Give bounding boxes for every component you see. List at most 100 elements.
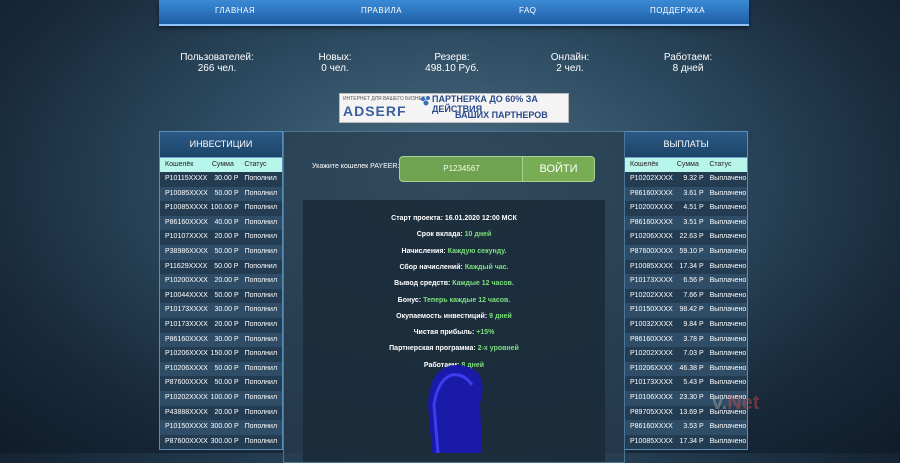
- stat-online: Онлайн: 2 чел.: [510, 52, 630, 74]
- investments-header: Кошелёк Сумма Статус: [160, 158, 282, 172]
- table-row: P10206XXXX 50.00 P Пополнил: [160, 361, 282, 377]
- banner-small-text: ИНТЕРНЕТ ДЛЯ ВАШЕГО БИЗНЕСА: [343, 96, 429, 102]
- stat-label: Работаем:: [663, 52, 713, 63]
- table-row: P10206XXXX 22.63 P Выплачено: [625, 230, 747, 245]
- info-value: 2-х уровней: [477, 345, 519, 353]
- table-row: P86160XXXX 3.53 P Выплачено: [625, 420, 747, 435]
- amount-cell: 22.63 P: [679, 233, 704, 241]
- info-value: Каждые 12 часов.: [452, 280, 514, 288]
- table-row: P10107XXXX 20.00 P Пополнил: [160, 230, 282, 245]
- table-row: P86160XXXX 30.00 P Пополнил: [160, 332, 282, 348]
- status-cell: Выплачено: [709, 189, 747, 197]
- col-amount: Сумма: [676, 161, 699, 168]
- amount-cell: 3.61 P: [683, 189, 704, 197]
- ad-banner[interactable]: ИНТЕРНЕТ ДЛЯ ВАШЕГО БИЗНЕСА ADSERF ПАРТН…: [339, 93, 569, 123]
- wallet-cell: P10173XXXX: [630, 379, 673, 387]
- amount-cell: 23.30 P: [679, 393, 704, 401]
- table-row: P10173XXXX 20.00 P Пополнил: [160, 317, 282, 333]
- info-line: Партнерская программа: 2-х уровней: [303, 345, 605, 352]
- amount-cell: 4.51 P: [683, 204, 704, 212]
- amount-cell: 300.00 P: [210, 437, 239, 445]
- table-row: P86160XXXX 40.00 P Пополнил: [160, 215, 282, 231]
- table-row: P10173XXXX 6.56 P Выплачено: [625, 274, 747, 289]
- amount-cell: 20.00 P: [214, 277, 239, 285]
- info-label: Сбор начислений:: [399, 263, 463, 271]
- status-cell: Пополнил: [244, 408, 278, 416]
- wallet-cell: P10173XXXX: [165, 320, 208, 328]
- nav-item-rules[interactable]: ПРАВИЛА: [361, 6, 402, 15]
- wallet-cell: P87600XXXX: [165, 379, 208, 387]
- wallet-cell: P10115XXXX: [165, 175, 208, 182]
- status-cell: Пополнил: [244, 393, 278, 401]
- banner-brand: ADSERF: [343, 103, 407, 119]
- amount-cell: 9.84 P: [683, 320, 704, 328]
- stat-label: Онлайн:: [550, 52, 590, 63]
- status-cell: Пополнил: [244, 437, 278, 445]
- table-row: P10202XXXX 9.32 P Выплачено: [625, 172, 747, 187]
- wallet-cell: P10202XXXX: [630, 291, 673, 299]
- login-button[interactable]: ВОЙТИ: [522, 156, 595, 182]
- status-cell: Пополнил: [244, 364, 278, 372]
- nav-item-home[interactable]: ГЛАВНАЯ: [215, 6, 255, 15]
- amount-cell: 50.00 P: [214, 364, 239, 372]
- info-line: Чистая прибыль: +15%: [303, 329, 605, 336]
- amount-cell: 7.66 P: [683, 291, 704, 299]
- table-row: P10200XXXX 4.51 P Выплачено: [625, 201, 747, 216]
- status-cell: Выплачено: [709, 423, 747, 431]
- payouts-header: Кошелёк Сумма Статус: [625, 158, 747, 172]
- table-row: P10206XXXX 46.38 P Выплачено: [625, 361, 747, 377]
- status-cell: Пополнил: [244, 204, 278, 212]
- status-cell: Выплачено: [709, 262, 747, 270]
- stat-value: 8 дней: [672, 63, 704, 74]
- wallet-cell: P10206XXXX: [165, 364, 208, 372]
- wallet-cell: P87600XXXX: [630, 247, 673, 255]
- info-value: Каждую секунду.: [447, 247, 507, 255]
- status-cell: Выплачено: [709, 437, 747, 445]
- info-line: Старт проекта: 16.01.2020 12:00 МСК: [303, 215, 605, 222]
- stat-label: Новых:: [318, 52, 352, 63]
- amount-cell: 20.00 P: [214, 408, 239, 416]
- wallet-cell: P38986XXXX: [165, 247, 208, 255]
- table-row: P10115XXXX 30.00 P Пополнил: [160, 172, 282, 187]
- table-row: P11629XXXX 50.00 P Пополнил: [160, 259, 282, 275]
- watermark: v.Net: [712, 392, 760, 414]
- info-label: Срок вклада:: [416, 231, 463, 239]
- amount-cell: 100.00 P: [210, 204, 239, 212]
- table-row: P10044XXXX 50.00 P Пополнил: [160, 288, 282, 304]
- top-nav: ГЛАВНАЯ ПРАВИЛА FAQ ПОДДЕРЖКА: [159, 0, 749, 26]
- status-cell: Пополнил: [244, 233, 278, 241]
- amount-cell: 13.69 P: [679, 408, 704, 416]
- info-label: Чистая прибыль:: [413, 329, 475, 337]
- info-value: 9 дней: [489, 312, 512, 320]
- wallet-label: Укажите кошелек PAYEER:: [312, 163, 400, 170]
- status-cell: Выплачено: [709, 175, 747, 182]
- amount-cell: 50.00 P: [214, 379, 239, 387]
- table-row: P87600XXXX 50.00 P Пополнил: [160, 376, 282, 391]
- status-cell: Пополнил: [244, 189, 278, 197]
- wallet-cell: P10202XXXX: [630, 175, 673, 182]
- info-label: Начисления:: [401, 247, 446, 255]
- status-cell: Выплачено: [709, 379, 747, 387]
- status-cell: Выплачено: [709, 233, 747, 241]
- table-row: P10202XXXX 7.66 P Выплачено: [625, 288, 747, 304]
- status-cell: Пополнил: [244, 262, 277, 270]
- amount-cell: 7.03 P: [683, 350, 704, 358]
- status-cell: Выплачено: [709, 291, 747, 299]
- nav-item-support[interactable]: ПОДДЕРЖКА: [650, 6, 705, 15]
- wallet-cell: P10044XXXX: [165, 291, 208, 299]
- nav-item-faq[interactable]: FAQ: [519, 6, 537, 15]
- amount-cell: 98.42 P: [679, 306, 704, 314]
- table-row: P10150XXXX 300.00 P Пополнил: [160, 420, 282, 435]
- table-row: P87600XXXX 300.00 P Пополнил: [160, 434, 282, 450]
- amount-cell: 59.10 P: [679, 247, 704, 255]
- amount-cell: 3.53 P: [683, 423, 704, 431]
- info-label: Старт проекта:: [391, 215, 443, 222]
- investments-panel: ИНВЕСТИЦИИ Кошелёк Сумма Статус P10115XX…: [159, 131, 283, 451]
- amount-cell: 3.78 P: [683, 335, 704, 343]
- wallet-cell: P10150XXXX: [165, 423, 208, 431]
- wallet-input[interactable]: P1234567: [399, 156, 524, 182]
- col-amount: Сумма: [211, 161, 234, 168]
- table-row: P87600XXXX 59.10 P Выплачено: [625, 244, 747, 260]
- amount-cell: 3.51 P: [683, 218, 704, 226]
- wallet-cell: P10106XXXX: [630, 393, 673, 401]
